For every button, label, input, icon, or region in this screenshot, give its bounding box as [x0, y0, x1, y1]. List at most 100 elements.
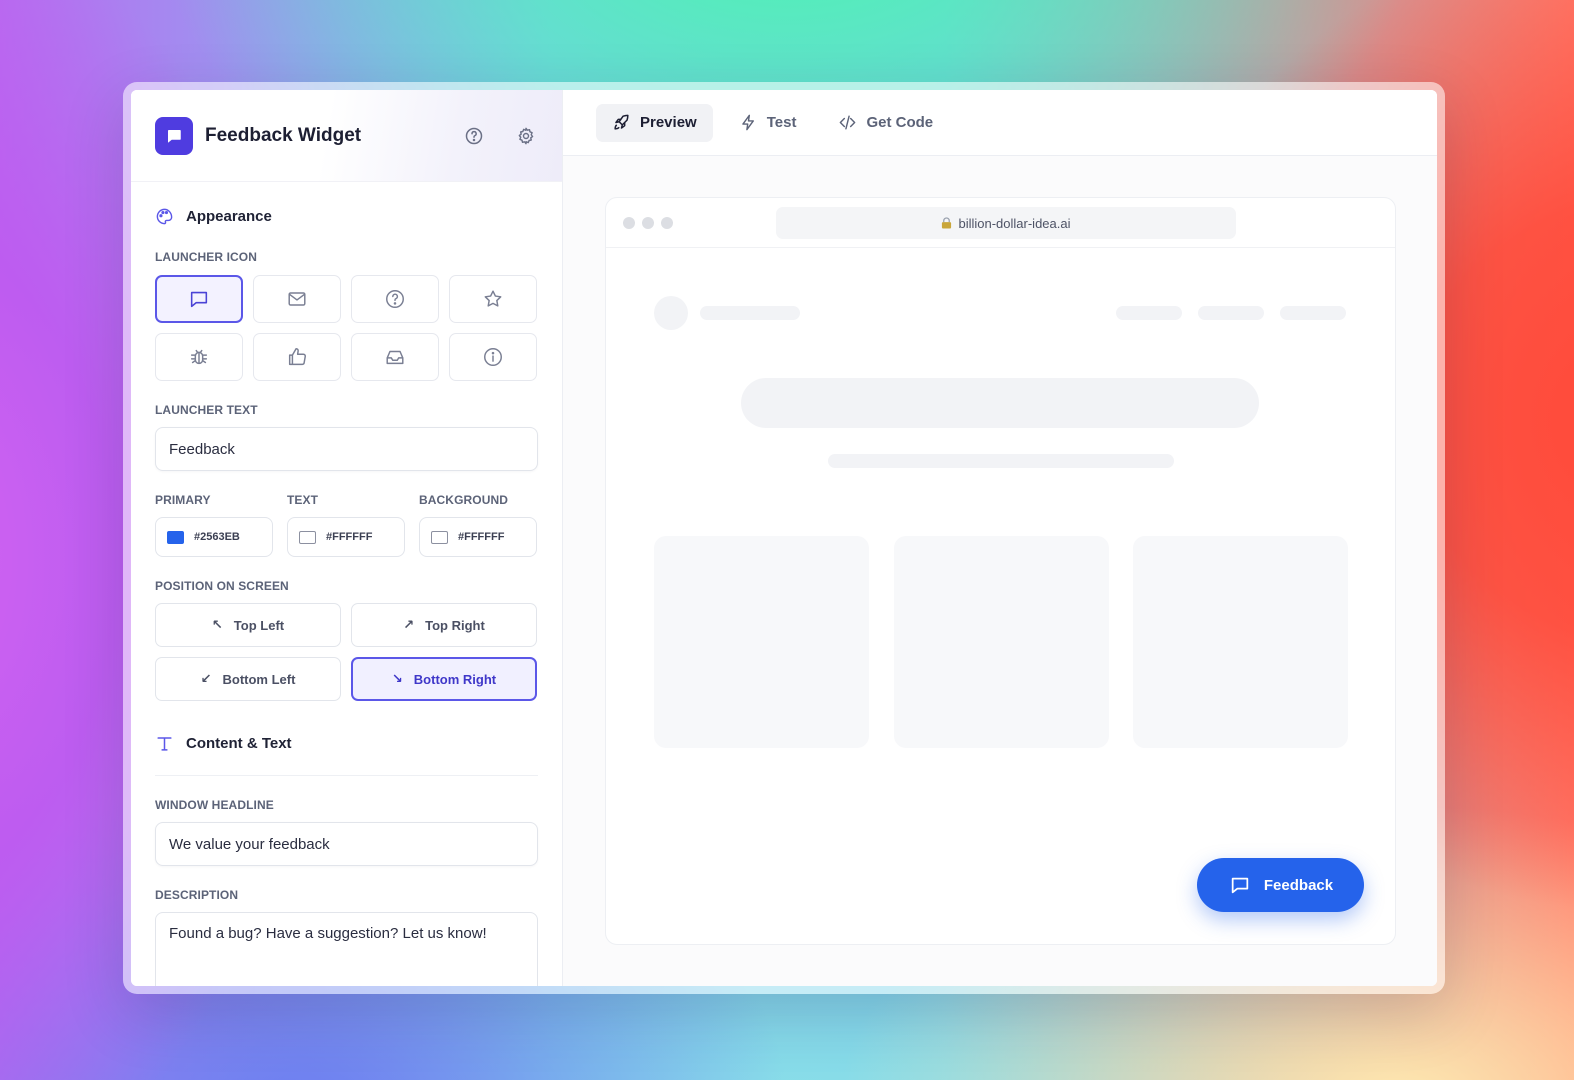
skeleton-nav-item	[1116, 306, 1182, 320]
primary-color-input[interactable]: #2563EB	[155, 517, 273, 557]
text-color-input[interactable]: #FFFFFF	[287, 517, 405, 557]
skeleton-hero-title	[741, 378, 1259, 428]
background-color-label: BACKGROUND	[419, 493, 508, 507]
text-color-value: #FFFFFF	[326, 531, 373, 543]
app-window: Feedback Widget Appearance LAUNCHER ICON…	[131, 90, 1437, 986]
position-bottom-right-button[interactable]: ↘ Bottom Right	[351, 657, 537, 701]
launcher-icon-label: LAUNCHER ICON	[155, 250, 257, 264]
color-settings: PRIMARY #2563EB TEXT #FFFFFF BACKGROUND	[155, 493, 538, 557]
skeleton-card	[1133, 536, 1348, 748]
launcher-icon-option-thumbs-up[interactable]	[253, 333, 341, 381]
tab-get-code[interactable]: Get Code	[822, 104, 949, 142]
position-bottom-left-button[interactable]: ↙ Bottom Left	[155, 657, 341, 701]
arrow-down-left-icon: ↙	[200, 671, 212, 686]
background-color-input[interactable]: #FFFFFF	[419, 517, 537, 557]
tab-bar: Preview Test Get Code	[563, 90, 1437, 156]
position-grid: ↖ Top Left ↗ Top Right ↙ Bottom Left ↘ B…	[155, 603, 538, 701]
position-top-left-button[interactable]: ↖ Top Left	[155, 603, 341, 647]
feedback-launcher-button[interactable]: Feedback	[1197, 858, 1364, 912]
primary-color-field: PRIMARY #2563EB	[155, 493, 273, 557]
palette-icon	[156, 208, 173, 224]
type-icon	[157, 736, 172, 751]
skeleton-card	[654, 536, 869, 748]
primary-color-value: #2563EB	[194, 531, 240, 543]
skeleton-card	[894, 536, 1109, 748]
launcher-icon-option-inbox[interactable]	[351, 333, 439, 381]
launcher-icon-option-help[interactable]	[351, 275, 439, 323]
chat-icon	[190, 291, 208, 308]
main-panel: Preview Test Get Code billion-dollar-ide…	[563, 90, 1437, 986]
text-color-field: TEXT #FFFFFF	[287, 493, 405, 557]
window-headline-value: We value your feedback	[169, 835, 330, 853]
launcher-text-value: Feedback	[169, 440, 235, 458]
description-value: Found a bug? Have a suggestion? Let us k…	[169, 925, 487, 942]
help-icon[interactable]	[462, 124, 486, 148]
skeleton-nav-item	[1198, 306, 1264, 320]
content-section-header: Content & Text	[155, 711, 538, 775]
primary-color-swatch[interactable]	[167, 530, 184, 544]
skeleton-nav-item	[1280, 306, 1346, 320]
bug-icon	[190, 349, 208, 365]
rocket-icon	[614, 114, 629, 130]
launcher-icon-option-bug[interactable]	[155, 333, 243, 381]
window-headline-input[interactable]: We value your feedback	[155, 822, 538, 866]
arrow-up-right-icon: ↗	[403, 617, 415, 632]
tab-get-code-label: Get Code	[866, 114, 934, 131]
skeleton-hero-subtitle	[828, 454, 1174, 468]
feedback-launcher-label: Feedback	[1263, 876, 1334, 894]
mail-icon	[288, 292, 306, 306]
sidebar: Feedback Widget Appearance LAUNCHER ICON…	[131, 90, 563, 986]
browser-dot	[642, 216, 654, 229]
url-bar: billion-dollar-idea.ai	[776, 207, 1236, 239]
launcher-icon-option-mail[interactable]	[253, 275, 341, 323]
gear-icon[interactable]	[514, 124, 538, 148]
position-top-left-label: Top Left	[233, 617, 285, 633]
browser-toolbar: billion-dollar-idea.ai	[606, 198, 1395, 248]
chat-icon	[1231, 877, 1249, 894]
appearance-title: Appearance	[186, 207, 272, 225]
chat-logo-icon	[168, 129, 181, 143]
inbox-icon	[386, 350, 404, 365]
text-color-swatch[interactable]	[299, 530, 316, 544]
help-circle-icon	[386, 290, 404, 308]
browser-dot	[623, 216, 635, 229]
arrow-up-left-icon: ↖	[211, 617, 223, 632]
window-headline-label: WINDOW HEADLINE	[155, 798, 274, 812]
background-color-swatch[interactable]	[431, 530, 448, 544]
position-top-right-label: Top Right	[425, 617, 485, 633]
position-top-right-button[interactable]: ↗ Top Right	[351, 603, 537, 647]
browser-dot	[661, 216, 673, 229]
tab-test[interactable]: Test	[723, 104, 813, 142]
launcher-text-label: LAUNCHER TEXT	[155, 403, 258, 417]
launcher-icon-option-info[interactable]	[449, 333, 537, 381]
preview-browser-window: billion-dollar-idea.ai Feedback	[605, 197, 1396, 945]
tab-preview-label: Preview	[640, 114, 697, 131]
app-title: Feedback Widget	[205, 124, 362, 146]
launcher-text-input[interactable]: Feedback	[155, 427, 538, 471]
arrow-down-right-icon: ↘	[391, 671, 403, 686]
lightning-icon	[741, 114, 754, 131]
tab-test-label: Test	[766, 114, 797, 131]
skeleton-brand	[700, 306, 800, 320]
section-divider	[155, 775, 538, 776]
position-label: POSITION ON SCREEN	[155, 579, 289, 593]
description-label: DESCRIPTION	[155, 888, 239, 902]
star-icon	[484, 290, 502, 307]
skeleton-avatar	[654, 296, 688, 330]
background-color-field: BACKGROUND #FFFFFF	[419, 493, 537, 557]
url-text: billion-dollar-idea.ai	[958, 215, 1071, 231]
thumbs-up-icon	[288, 348, 306, 366]
primary-color-label: PRIMARY	[155, 493, 211, 507]
launcher-icon-option-star[interactable]	[449, 275, 537, 323]
launcher-icon-grid	[155, 275, 538, 381]
background-color-value: #FFFFFF	[458, 531, 505, 543]
content-title: Content & Text	[186, 734, 292, 752]
tab-preview[interactable]: Preview	[596, 103, 713, 142]
launcher-icon-option-chat[interactable]	[155, 275, 243, 323]
appearance-section-header: Appearance	[155, 182, 538, 250]
code-icon	[840, 115, 856, 130]
description-textarea[interactable]: Found a bug? Have a suggestion? Let us k…	[155, 912, 538, 986]
app-logo	[155, 116, 193, 155]
info-icon	[484, 348, 502, 366]
position-bottom-left-label: Bottom Left	[222, 671, 296, 687]
